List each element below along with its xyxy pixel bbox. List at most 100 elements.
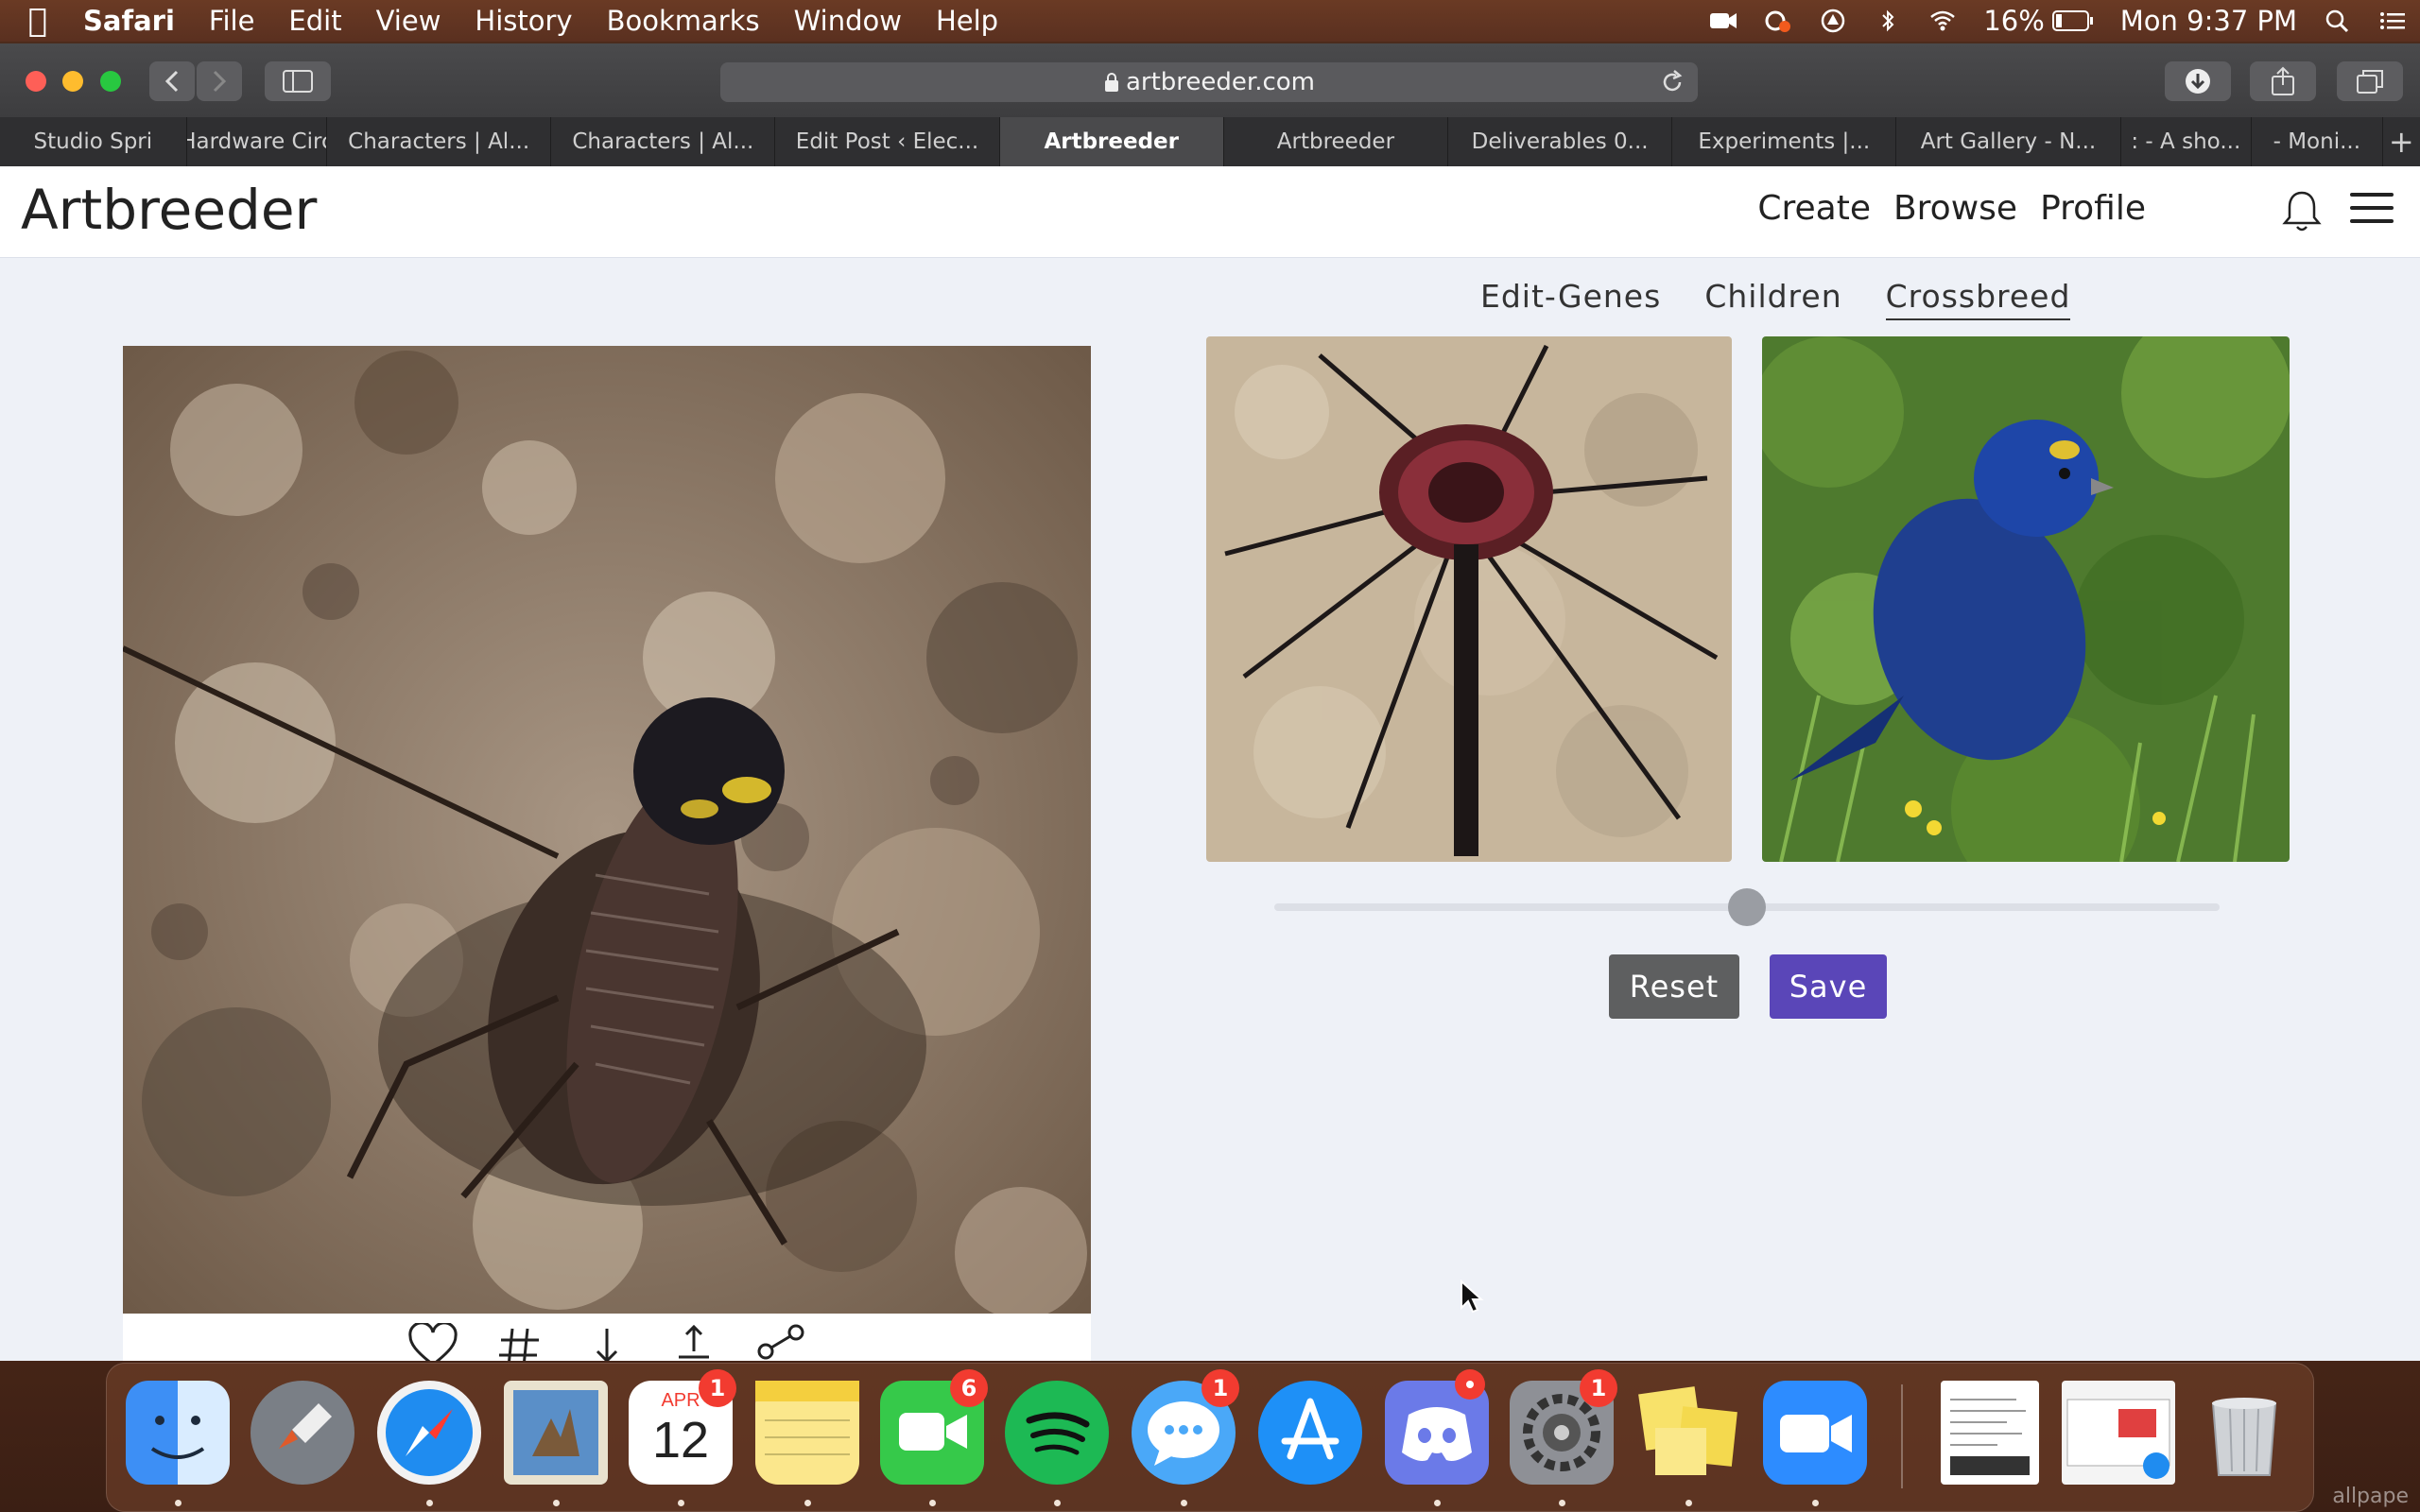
discord-running-dot xyxy=(1434,1500,1441,1506)
launchpad-icon[interactable] xyxy=(251,1381,354,1485)
safari-dock-icon[interactable] xyxy=(377,1381,481,1485)
menu-help[interactable]: Help xyxy=(919,5,1015,37)
drive-sync-icon[interactable] xyxy=(1806,9,1860,33)
preview-running-dot xyxy=(553,1500,560,1506)
dock-separator xyxy=(1901,1384,1903,1488)
spotify-running-dot xyxy=(1054,1500,1061,1506)
app-store-icon[interactable] xyxy=(1258,1381,1362,1485)
artbreeder-logo[interactable]: Artbreeder xyxy=(21,178,317,242)
bluetooth-icon[interactable] xyxy=(1860,9,1915,33)
battery-status[interactable]: 16% xyxy=(1970,5,2106,37)
save-button[interactable]: Save xyxy=(1770,954,1887,1019)
fullscreen-window-button[interactable] xyxy=(100,71,121,92)
menu-edit[interactable]: Edit xyxy=(271,5,358,37)
menu-bookmarks[interactable]: Bookmarks xyxy=(590,5,777,37)
minimize-window-button[interactable] xyxy=(62,71,83,92)
nav-profile[interactable]: Profile xyxy=(2040,189,2146,228)
hashtag-icon[interactable] xyxy=(493,1323,546,1361)
tab-hardware[interactable]: Hardware Circ xyxy=(187,117,328,166)
nav-create[interactable]: Create xyxy=(1757,189,1871,228)
finder-running-dot xyxy=(175,1500,182,1506)
menu-history[interactable]: History xyxy=(458,5,589,37)
subtab-edit-genes[interactable]: Edit-Genes xyxy=(1480,278,1661,320)
calendar-running-dot xyxy=(678,1500,684,1506)
tab-experiments[interactable]: Experiments |... xyxy=(1672,117,1897,166)
crossbreed-slider-thumb[interactable] xyxy=(1728,888,1766,926)
messages-running-dot xyxy=(1181,1500,1187,1506)
share-icon[interactable] xyxy=(754,1323,807,1361)
notification-center-icon[interactable] xyxy=(2365,9,2420,33)
generator-subtabs: Edit-Genes Children Crossbreed xyxy=(1480,278,2114,320)
recent-screenshot-thumbnail[interactable] xyxy=(2062,1381,2175,1485)
safari-window: artbreeder.com Studio Spri Hardware Circ… xyxy=(0,43,2420,1361)
tab-artbreeder[interactable]: Artbreeder xyxy=(1224,117,1448,166)
download-icon[interactable] xyxy=(580,1323,633,1361)
download-icon xyxy=(2186,69,2210,94)
creative-cloud-icon[interactable] xyxy=(1751,9,1806,33)
subtab-children[interactable]: Children xyxy=(1704,278,1841,320)
tab-artbreeder-active[interactable]: Artbreeder xyxy=(999,117,1224,166)
notifications-bell-icon[interactable] xyxy=(2278,187,2325,234)
share-icon xyxy=(2272,66,2294,95)
reload-icon[interactable] xyxy=(1658,68,1686,96)
nav-browse[interactable]: Browse xyxy=(1893,189,2017,228)
messages-badge: 1 xyxy=(1201,1369,1239,1407)
heart-icon[interactable] xyxy=(406,1323,459,1361)
menu-file[interactable]: File xyxy=(192,5,272,37)
finder-icon[interactable] xyxy=(126,1381,230,1485)
system-preferences-badge: 1 xyxy=(1580,1369,1617,1407)
trash-icon[interactable] xyxy=(2192,1381,2296,1485)
zoom-running-dot xyxy=(1812,1500,1819,1506)
close-window-button[interactable] xyxy=(26,71,46,92)
tab-characters-1[interactable]: Characters | Al... xyxy=(327,117,552,166)
macos-dock: APR 12 1 6 1 1 xyxy=(106,1363,2314,1512)
menubar-clock[interactable]: Mon 9:37 PM xyxy=(2107,5,2310,37)
zoom-status-icon[interactable] xyxy=(1696,9,1751,33)
parent-image-spider[interactable] xyxy=(1206,336,1732,862)
tab-edit-post[interactable]: Edit Post ‹ Elec... xyxy=(775,117,1000,166)
recent-document-thumbnail[interactable] xyxy=(1941,1381,2039,1485)
wifi-icon[interactable] xyxy=(1915,9,1970,33)
chevron-right-icon xyxy=(213,70,227,93)
upload-icon[interactable] xyxy=(667,1323,720,1361)
menu-app-safari[interactable]: Safari xyxy=(76,5,192,37)
tab-moni[interactable]: - Moni... xyxy=(2252,117,2383,166)
stickies-running-dot xyxy=(1685,1500,1692,1506)
tab-deliverables[interactable]: Deliverables 0... xyxy=(1448,117,1673,166)
facetime-running-dot xyxy=(929,1500,936,1506)
lock-icon xyxy=(1104,73,1118,92)
safari-toolbar: artbreeder.com xyxy=(0,43,2420,117)
wallpaper-watermark: allpape xyxy=(2332,1485,2409,1508)
preview-stamp-icon[interactable] xyxy=(504,1381,608,1485)
tab-overview-button[interactable] xyxy=(2337,61,2403,101)
mouse-cursor-icon xyxy=(1461,1280,1484,1314)
battery-percent: 16% xyxy=(1983,5,2045,37)
tab-art-gallery[interactable]: Art Gallery - N... xyxy=(1896,117,2121,166)
spotlight-search-icon[interactable] xyxy=(2310,9,2365,33)
generated-image[interactable] xyxy=(123,346,1091,1314)
tab-characters-2[interactable]: Characters | Al... xyxy=(551,117,776,166)
sidebar-toggle-button[interactable] xyxy=(265,61,331,101)
tab-a-sho[interactable]: : - A sho... xyxy=(2121,117,2253,166)
address-bar[interactable]: artbreeder.com xyxy=(720,62,1698,102)
zoom-icon[interactable] xyxy=(1763,1381,1867,1485)
hamburger-menu-icon[interactable] xyxy=(2350,193,2394,231)
share-button[interactable] xyxy=(2250,61,2316,101)
back-button[interactable] xyxy=(149,61,195,101)
spotify-icon[interactable] xyxy=(1005,1381,1109,1485)
menu-view[interactable]: View xyxy=(359,5,458,37)
parent-image-blue-bird[interactable] xyxy=(1762,336,2290,862)
reset-button[interactable]: Reset xyxy=(1609,954,1739,1019)
tab-bar: Studio Spri Hardware Circ Characters | A… xyxy=(0,117,2420,167)
new-tab-button[interactable]: + xyxy=(2383,117,2420,166)
notes-icon[interactable] xyxy=(755,1381,859,1485)
forward-button[interactable] xyxy=(197,61,242,101)
system-preferences-running-dot xyxy=(1559,1500,1565,1506)
apple-menu-icon[interactable]:  xyxy=(0,2,76,40)
downloads-button[interactable] xyxy=(2165,61,2231,101)
tab-studio[interactable]: Studio Spri xyxy=(0,117,187,166)
stickies-icon[interactable] xyxy=(1636,1381,1740,1485)
menu-window[interactable]: Window xyxy=(777,5,919,37)
subtab-crossbreed[interactable]: Crossbreed xyxy=(1885,278,2071,320)
safari-running-dot xyxy=(426,1500,433,1506)
